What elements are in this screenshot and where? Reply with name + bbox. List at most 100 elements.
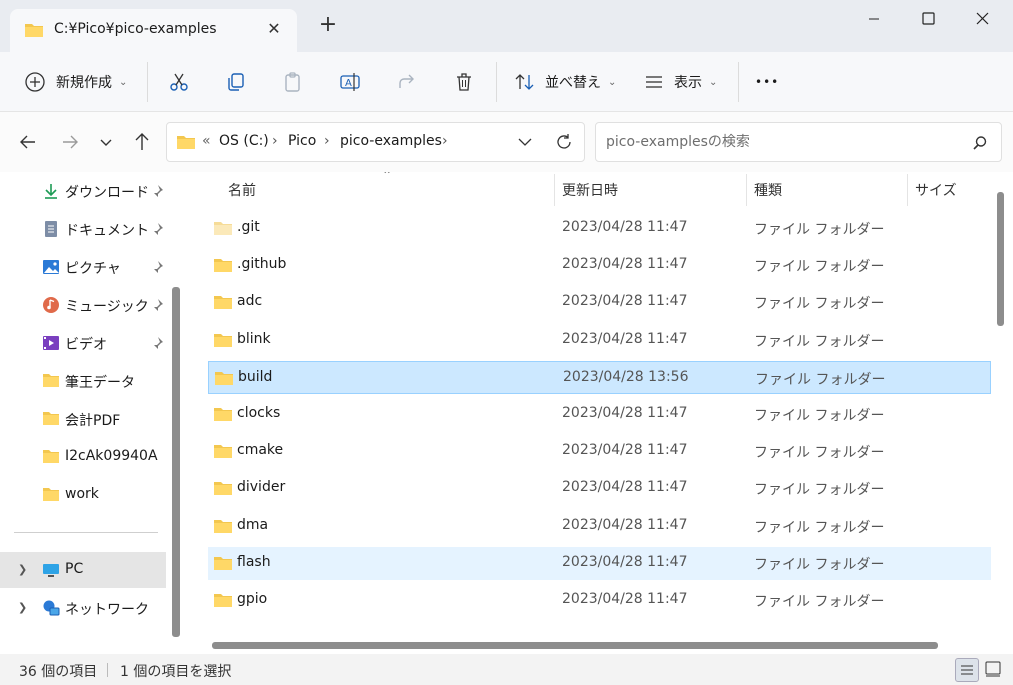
sort-icon xyxy=(515,74,534,90)
view-button[interactable]: 表示 ⌄ xyxy=(643,52,717,112)
sidebar-divider xyxy=(14,532,158,533)
file-list: ⌃ 名前 更新日時 種類 サイズ .git 2023/04/28 11:47 ファイ… xyxy=(190,172,1013,654)
pc-icon xyxy=(42,561,60,579)
column-divider[interactable] xyxy=(554,174,555,206)
maximize-icon xyxy=(922,12,935,25)
search-icon[interactable] xyxy=(972,135,988,155)
address-history-button[interactable] xyxy=(515,132,535,156)
selected-count: 1 個の項目を選択 xyxy=(120,664,232,680)
details-view-button[interactable] xyxy=(955,658,979,682)
new-tab-button[interactable]: + xyxy=(316,14,340,38)
folder-icon xyxy=(176,134,196,154)
close-tab-icon[interactable]: ✕ xyxy=(262,17,286,41)
horizontal-scrollbar[interactable] xyxy=(212,642,938,649)
column-header-size[interactable]: サイズ xyxy=(915,180,957,200)
sidebar-item-downloads[interactable]: ダウンロード xyxy=(0,173,166,209)
paste-button[interactable] xyxy=(282,52,304,112)
column-header-type[interactable]: 種類 xyxy=(754,180,782,200)
folder-icon xyxy=(213,332,233,352)
view-list-icon xyxy=(646,76,662,88)
minimize-button[interactable] xyxy=(851,4,897,34)
command-bar: 新規作成 ⌄ A 並べ替え ⌄ 表示 ⌄ ••• xyxy=(0,52,1013,112)
breadcrumb-overflow[interactable]: « xyxy=(202,133,211,149)
table-row[interactable]: cmake 2023/04/28 11:47 ファイル フォルダー xyxy=(208,435,991,468)
table-row[interactable]: divider 2023/04/28 11:47 ファイル フォルダー xyxy=(208,472,991,505)
breadcrumb-drive[interactable]: OS (C:) xyxy=(219,133,269,149)
table-row[interactable]: blink 2023/04/28 11:47 ファイル フォルダー xyxy=(208,324,991,357)
share-button[interactable] xyxy=(396,52,418,112)
table-row[interactable]: .git 2023/04/28 11:47 ファイル フォルダー xyxy=(208,212,991,245)
recent-locations-button[interactable] xyxy=(94,130,118,154)
breadcrumb-pico[interactable]: Pico xyxy=(288,133,316,149)
file-type: ファイル フォルダー xyxy=(754,408,885,424)
tab-pico-examples[interactable]: C:¥Pico¥pico-examples ✕ xyxy=(10,9,297,52)
copy-button[interactable] xyxy=(225,52,247,112)
column-divider[interactable] xyxy=(907,174,908,206)
forward-button[interactable] xyxy=(58,130,82,154)
table-row[interactable]: build 2023/04/28 13:56 ファイル フォルダー xyxy=(208,361,991,394)
music-icon xyxy=(42,296,60,314)
chevron-right-icon[interactable]: ❯ xyxy=(18,563,27,576)
table-row[interactable]: flash 2023/04/28 11:47 ファイル フォルダー xyxy=(208,547,991,580)
sidebar-item-label: PC xyxy=(65,561,84,577)
navigation-pane: ダウンロード ドキュメント ピクチャ ミュージック ビデオ 筆王データ 会計PD… xyxy=(0,172,190,654)
vertical-scrollbar[interactable] xyxy=(997,192,1004,326)
copy-icon xyxy=(228,73,244,91)
file-name: gpio xyxy=(237,591,268,607)
table-row[interactable]: gpio 2023/04/28 11:47 ファイル フォルダー xyxy=(208,584,991,617)
back-button[interactable] xyxy=(16,130,40,154)
file-type: ファイル フォルダー xyxy=(754,334,885,350)
cut-button[interactable] xyxy=(168,52,190,112)
address-bar[interactable]: « OS (C:) › Pico › pico-examples › xyxy=(166,122,585,162)
sort-button[interactable]: 並べ替え ⌄ xyxy=(514,52,616,112)
table-row[interactable]: adc 2023/04/28 11:47 ファイル フォルダー xyxy=(208,286,991,319)
divider xyxy=(147,62,148,102)
column-header-date[interactable]: 更新日時 xyxy=(562,180,618,200)
column-divider[interactable] xyxy=(746,174,747,206)
rename-button[interactable]: A xyxy=(339,52,361,112)
tiles-view-button[interactable] xyxy=(982,658,1006,682)
sidebar-item-network[interactable]: ❯ ネットワーク xyxy=(0,590,166,626)
new-button[interactable]: 新規作成 ⌄ xyxy=(24,52,127,112)
refresh-button[interactable] xyxy=(554,132,574,156)
folder-icon xyxy=(24,22,44,42)
more-options-button[interactable]: ••• xyxy=(755,52,779,112)
folder-icon xyxy=(42,372,60,390)
file-name: clocks xyxy=(237,405,281,421)
breadcrumb-pico-examples[interactable]: pico-examples xyxy=(340,133,442,149)
sidebar-item-pictures[interactable]: ピクチャ xyxy=(0,249,166,285)
sidebar-item-documents[interactable]: ドキュメント xyxy=(0,211,166,247)
folder-icon xyxy=(214,370,234,390)
close-window-button[interactable] xyxy=(959,4,1005,34)
table-row[interactable]: dma 2023/04/28 11:47 ファイル フォルダー xyxy=(208,510,991,543)
sidebar-item-pc[interactable]: ❯ PC xyxy=(0,552,166,588)
file-date: 2023/04/28 11:47 xyxy=(562,405,688,421)
sidebar-item-work[interactable]: work xyxy=(0,477,166,513)
chevron-right-icon[interactable]: ❯ xyxy=(18,601,27,614)
sidebar-item-accounting-pdf[interactable]: 会計PDF xyxy=(0,401,166,437)
column-header-name[interactable]: 名前 xyxy=(228,180,256,200)
delete-button[interactable] xyxy=(453,52,475,112)
document-icon xyxy=(42,220,60,238)
sidebar-scrollbar[interactable] xyxy=(172,287,180,637)
file-name: build xyxy=(238,369,273,385)
breadcrumb-separator-icon: › xyxy=(324,133,330,149)
sidebar-item-videos[interactable]: ビデオ xyxy=(0,325,166,361)
status-divider xyxy=(107,663,108,677)
chevron-down-icon xyxy=(100,139,112,146)
file-type: ファイル フォルダー xyxy=(754,557,885,573)
chevron-down-icon: ⌄ xyxy=(709,76,718,88)
title-bar: C:¥Pico¥pico-examples ✕ + xyxy=(0,0,1013,52)
sidebar-item-i2cak09940a[interactable]: I2cAk09940A xyxy=(0,439,166,475)
search-input[interactable] xyxy=(604,132,954,152)
up-button[interactable] xyxy=(130,130,154,154)
sidebar-item-music[interactable]: ミュージック xyxy=(0,287,166,323)
plus-circle-icon xyxy=(25,72,45,92)
table-row[interactable]: clocks 2023/04/28 11:47 ファイル フォルダー xyxy=(208,398,991,431)
table-row[interactable]: .github 2023/04/28 11:47 ファイル フォルダー xyxy=(208,249,991,282)
maximize-button[interactable] xyxy=(905,4,951,34)
sidebar-item-fudeo-data[interactable]: 筆王データ xyxy=(0,363,166,399)
search-box[interactable] xyxy=(595,122,1002,162)
video-icon xyxy=(42,334,60,352)
trash-icon xyxy=(457,73,471,91)
